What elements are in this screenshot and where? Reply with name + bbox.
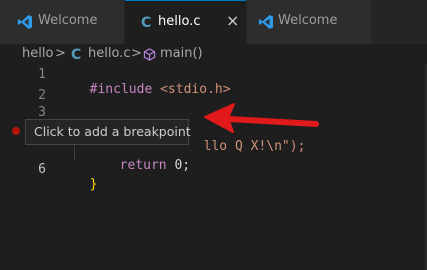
arrow-annotation-icon <box>204 103 319 133</box>
